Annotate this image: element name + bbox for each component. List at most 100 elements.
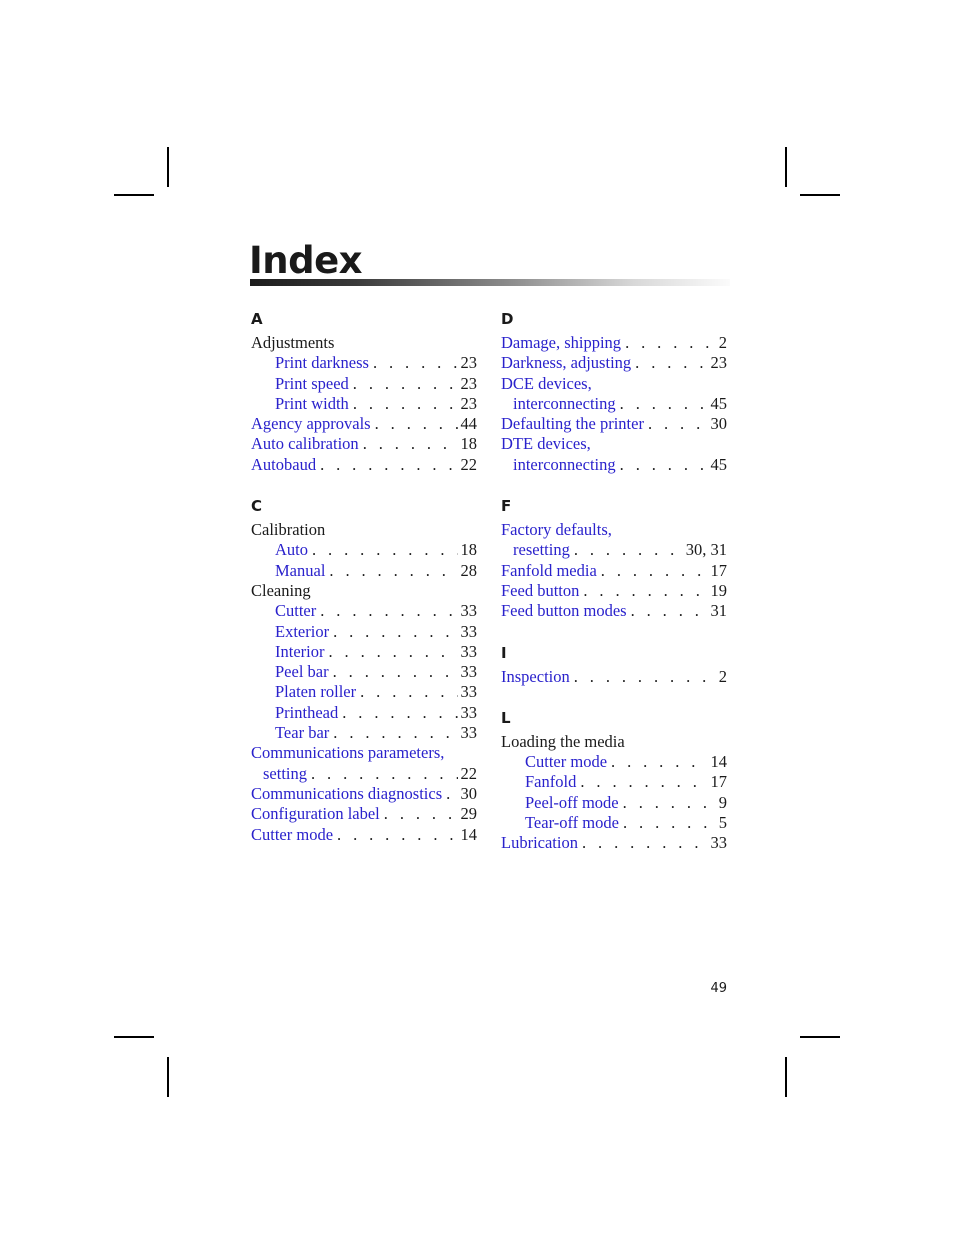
index-entry-label: Cutter	[275, 601, 317, 621]
index-entry-label: Interior	[275, 641, 325, 661]
index-entry-link[interactable]: Interior 33	[251, 642, 477, 662]
index-entry-link[interactable]: Feed button modes 31	[501, 601, 727, 621]
index-entry-link[interactable]: interconnecting 45	[501, 455, 727, 475]
index-entry-link[interactable]: Manual 28	[251, 561, 477, 581]
index-entry-link[interactable]: Inspection 2	[501, 667, 727, 687]
title-gradient-rule	[250, 279, 730, 286]
page-canvas: Index AAdjustmentsPrint darkness23Print …	[0, 0, 954, 1235]
index-entry-label: Factory defaults,	[501, 520, 612, 540]
index-entry-page-number: 23	[710, 353, 728, 373]
dot-leader	[623, 813, 716, 833]
index-entry-link[interactable]: Print width 23	[251, 394, 477, 414]
index-entry-link[interactable]: Printhead 33	[251, 703, 477, 723]
index-entry-link[interactable]: Configuration label 29	[251, 804, 477, 824]
index-entry-link[interactable]: Lubrication 33	[501, 833, 727, 853]
dot-leader	[333, 723, 457, 743]
index-entry-page-number: 17	[710, 772, 728, 792]
index-entry-page-number: 33	[460, 702, 478, 722]
index-entry-link[interactable]: Communications parameters,	[251, 743, 477, 763]
index-entry-label: Tear-off mode	[525, 813, 619, 833]
index-entry-page-number: 30	[460, 783, 478, 803]
section-letter-f: F	[501, 497, 512, 516]
index-entry-label: resetting	[513, 540, 570, 560]
index-entry-link[interactable]: Print speed 23	[251, 374, 477, 394]
index-entry-link[interactable]: Exterior 33	[251, 622, 477, 642]
index-entry-page-number: 33	[460, 601, 478, 621]
index-entry-link[interactable]: Fanfold media 17	[501, 561, 727, 581]
dot-leader	[580, 772, 707, 792]
index-entry-link[interactable]: Autobaud 22	[251, 455, 477, 475]
index-entry-label: Print width	[275, 393, 349, 413]
dot-leader	[446, 784, 457, 804]
index-entry-label: Manual	[275, 560, 326, 580]
index-entry-link[interactable]: Communications diagnostics 30	[251, 784, 477, 804]
index-entry-label: Feed button modes	[501, 601, 627, 621]
index-entry-page-number: 29	[460, 804, 478, 824]
index-entry-link[interactable]: Peel-off mode 9	[501, 793, 727, 813]
index-entry-page-number: 2	[718, 333, 727, 352]
index-entry-link[interactable]: Cutter mode 14	[251, 825, 477, 845]
index-entry-label: Printhead	[275, 702, 339, 722]
index-entry-page-number: 23	[460, 353, 478, 373]
index-entry-link[interactable]: Tear bar 33	[251, 723, 477, 743]
index-entry-link[interactable]: Auto calibration 18	[251, 434, 477, 454]
index-entry-label: Inspection	[501, 666, 570, 686]
dot-leader	[635, 353, 707, 373]
index-entry-label: interconnecting	[513, 454, 616, 474]
index-entry-link[interactable]: Cutter mode 14	[501, 752, 727, 772]
dot-leader	[353, 374, 458, 394]
index-entry-label: Print darkness	[275, 353, 369, 373]
index-entry-link[interactable]: Auto 18	[251, 540, 477, 560]
index-entry-label: Cleaning	[251, 580, 311, 600]
index-entry-link[interactable]: Peel bar 33	[251, 662, 477, 682]
dot-leader	[328, 642, 457, 662]
index-entry-label: setting	[263, 763, 307, 783]
index-entry-page-number: 28	[460, 560, 478, 580]
crop-mark-top-right-horizontal	[800, 194, 840, 196]
dot-leader	[373, 353, 458, 373]
index-entry-link[interactable]: Damage, shipping 2	[501, 333, 727, 353]
index-entry-link[interactable]: Darkness, adjusting 23	[501, 353, 727, 373]
index-entry-link[interactable]: setting 22	[251, 764, 477, 784]
dot-leader	[329, 561, 457, 581]
index-entry-link[interactable]: Feed button 19	[501, 581, 727, 601]
index-entry-label: Feed button	[501, 580, 580, 600]
index-entry-label: Lubrication	[501, 833, 578, 853]
folio-page-number: 49	[710, 981, 727, 996]
crop-mark-bottom-left-vertical	[167, 1057, 169, 1097]
index-entry-label: Damage, shipping	[501, 333, 622, 352]
index-entry-link[interactable]: DTE devices,	[501, 434, 727, 454]
index-entry-link[interactable]: interconnecting 45	[501, 394, 727, 414]
index-entry-heading: Loading the media	[501, 732, 727, 752]
index-entry-label: Auto calibration	[251, 434, 359, 454]
index-entry-page-number: 33	[460, 621, 478, 641]
index-entry-link[interactable]: Cutter 33	[251, 601, 477, 621]
index-entry-link[interactable]: Print darkness 23	[251, 353, 477, 373]
index-entry-label: Cutter mode	[251, 824, 334, 844]
index-entry-link[interactable]: Tear-off mode 5	[501, 813, 727, 833]
index-entry-label: Communications parameters,	[251, 743, 445, 763]
index-entry-link[interactable]: Fanfold 17	[501, 772, 727, 792]
index-entry-page-number: 31	[710, 601, 728, 621]
index-entry-label: Peel bar	[275, 662, 329, 682]
index-entry-page-number: 23	[460, 393, 478, 413]
index-entry-link[interactable]: resetting 30, 31	[501, 540, 727, 560]
dot-leader	[353, 394, 458, 414]
index-entry-page-number: 22	[460, 763, 478, 783]
index-entry-link[interactable]: DCE devices,	[501, 374, 727, 394]
dot-leader	[384, 804, 458, 824]
index-entry-link[interactable]: Agency approvals 44	[251, 414, 477, 434]
index-entry-page-number: 30	[710, 414, 728, 434]
index-entry-label: Adjustments	[251, 333, 335, 352]
dot-leader	[312, 540, 458, 560]
index-entry-label: DCE devices,	[501, 373, 592, 393]
index-entry-link[interactable]: Platen roller 33	[251, 682, 477, 702]
index-entry-label: Auto	[275, 540, 308, 560]
index-entry-link[interactable]: Defaulting the printer 30	[501, 414, 727, 434]
index-entry-page-number: 19	[710, 580, 728, 600]
index-entry-label: Calibration	[251, 520, 326, 540]
index-entry-label: DTE devices,	[501, 434, 591, 454]
index-entry-link[interactable]: Factory defaults,	[501, 520, 727, 540]
index-entry-page-number: 33	[460, 682, 478, 702]
dot-leader	[333, 662, 458, 682]
